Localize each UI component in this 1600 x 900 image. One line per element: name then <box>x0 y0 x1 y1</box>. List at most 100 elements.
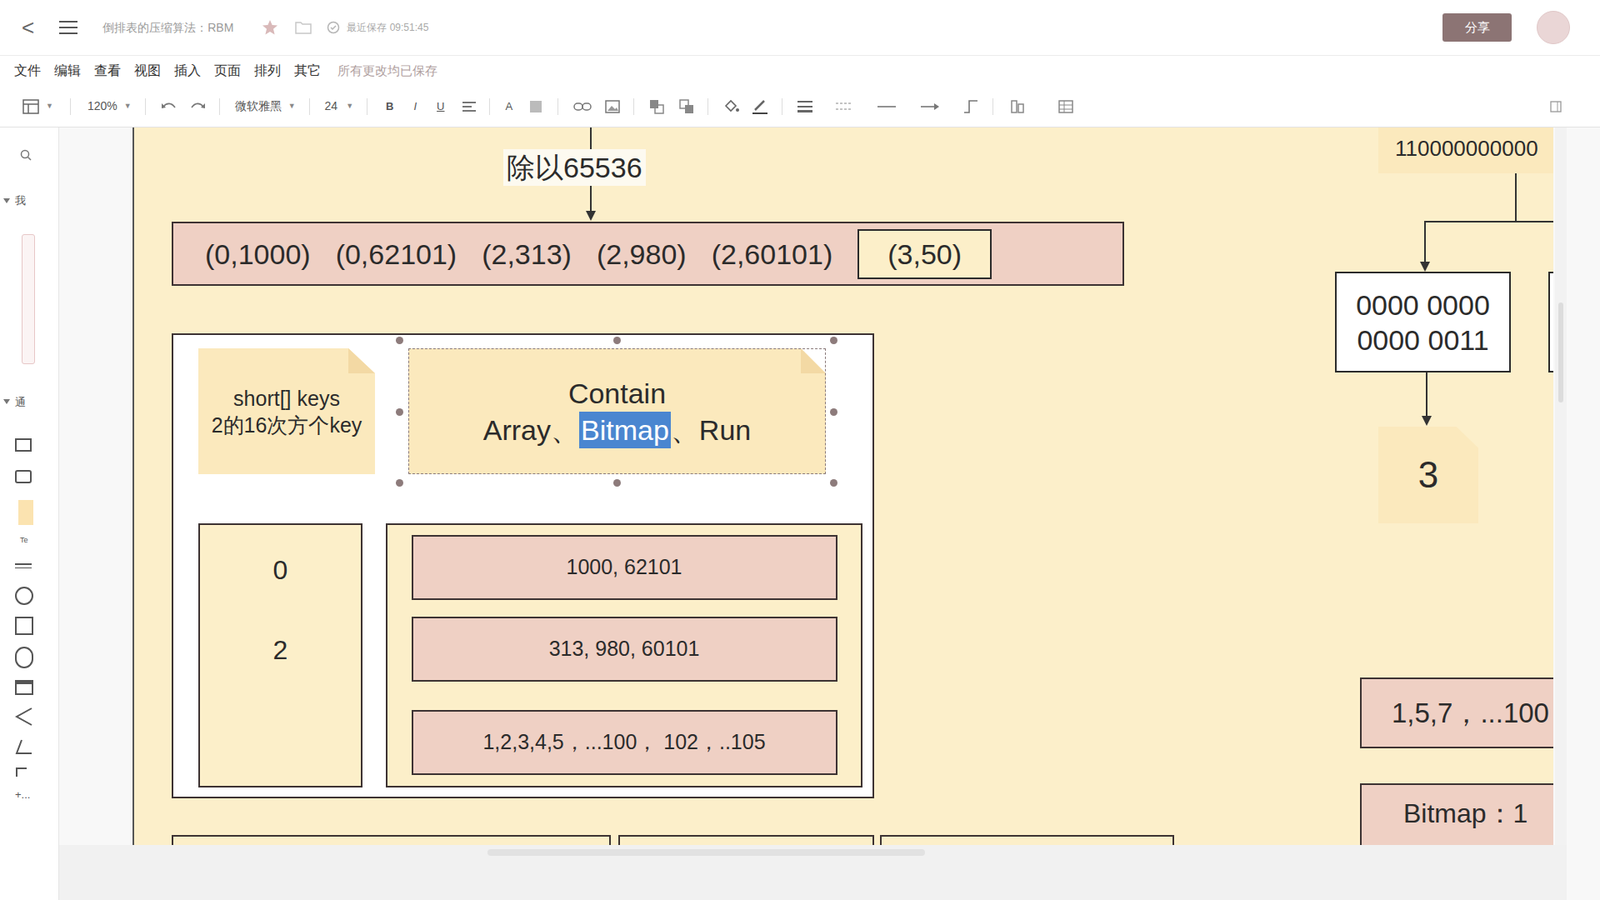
expand-icon[interactable] <box>3 197 10 205</box>
vertical-scrollbar[interactable] <box>1555 127 1567 845</box>
fill-icon[interactable] <box>723 99 740 115</box>
menu-item[interactable]: 文件 <box>14 60 41 81</box>
bottom-box[interactable] <box>171 835 611 845</box>
underline-button[interactable]: U <box>436 98 445 115</box>
menu-item[interactable]: 页面 <box>214 60 241 81</box>
horizontal-scrollbar[interactable] <box>59 845 1567 900</box>
document-title[interactable]: 倒排表的压缩算法：RBM <box>102 19 234 37</box>
resize-handle[interactable] <box>830 336 838 345</box>
menu-item[interactable]: 插入 <box>174 60 201 81</box>
pair: (2,60101) <box>711 235 834 273</box>
key: 0 <box>273 553 289 587</box>
rounded-shape[interactable] <box>15 470 32 484</box>
share-button[interactable]: 分享 <box>1442 13 1512 42</box>
menu-icon[interactable] <box>59 20 78 35</box>
arrow-line <box>1425 372 1428 420</box>
circle-shape[interactable] <box>15 586 34 605</box>
shape-sidebar: 我 通 Te +... <box>0 127 60 900</box>
menu-item[interactable]: 编辑 <box>54 60 81 81</box>
italic-button[interactable]: I <box>413 98 417 115</box>
my-shapes-area <box>21 234 35 365</box>
expand-icon[interactable] <box>3 398 10 405</box>
ellipse-shape[interactable] <box>15 646 34 669</box>
parallelogram-shape-icon[interactable] <box>15 738 34 755</box>
sidebar-section[interactable]: 我 <box>3 192 26 210</box>
bitmap-box[interactable]: Bitmap：1 <box>1360 783 1554 845</box>
link-icon[interactable] <box>573 101 592 112</box>
front-icon[interactable] <box>649 99 665 115</box>
font-family-select[interactable]: 微软雅黑 <box>235 97 282 115</box>
star-icon[interactable] <box>261 19 279 36</box>
container-bar[interactable]: 1,2,3,4,5，...100， 102，..105 <box>411 710 838 775</box>
arrow-head-icon <box>585 210 596 221</box>
menu-item[interactable]: 其它 <box>294 60 321 81</box>
folder-icon[interactable] <box>295 20 312 35</box>
container-type: Array <box>483 411 551 449</box>
align-icon[interactable] <box>462 100 476 113</box>
container-bar[interactable]: 313, 980, 60101 <box>411 616 838 682</box>
container-type: Bitmap <box>579 411 671 449</box>
save-status: 最近保存 09:51:45 <box>346 20 429 35</box>
menu-item[interactable]: 排列 <box>254 60 281 81</box>
divide-label[interactable]: 除以65536 <box>503 149 646 186</box>
partial-box[interactable] <box>1548 271 1554 373</box>
pairs-box[interactable]: (0,1000)(0,62101)(2,313)(2,980)(2,60101)… <box>171 221 1125 286</box>
pair: (2,980) <box>596 235 687 273</box>
font-color-button[interactable]: A <box>505 98 513 115</box>
keys-column[interactable]: 02 <box>198 523 363 788</box>
contain-note[interactable]: Contain Array、Bitmap、Run <box>408 348 826 475</box>
bottom-box[interactable] <box>880 835 1175 845</box>
heading-shape[interactable] <box>15 563 32 569</box>
font-size-select[interactable]: 24 <box>325 97 339 115</box>
text-shape[interactable]: Te <box>20 535 29 547</box>
image-icon[interactable] <box>605 100 620 114</box>
connector-icon[interactable] <box>962 99 980 115</box>
panel-toggle-icon[interactable] <box>1550 100 1562 113</box>
pen-icon[interactable] <box>751 98 769 115</box>
resize-handle[interactable] <box>830 408 838 416</box>
note-shape[interactable] <box>18 500 34 525</box>
more-shapes-button[interactable]: +... <box>15 786 30 804</box>
frame-shape[interactable] <box>15 680 34 695</box>
zoom-select[interactable]: 120% <box>87 97 118 115</box>
text-background-icon[interactable] <box>529 100 543 114</box>
back-layer-icon[interactable] <box>679 99 695 115</box>
connector-line <box>1515 173 1517 222</box>
menu-item[interactable]: 查看 <box>94 60 121 81</box>
menu-item[interactable]: 视图 <box>134 60 161 81</box>
table-icon[interactable] <box>1058 100 1074 114</box>
triangle-shape-icon[interactable] <box>15 706 34 727</box>
undo-icon[interactable] <box>160 100 178 113</box>
result-note[interactable]: 3 <box>1378 426 1479 524</box>
resize-handle[interactable] <box>830 479 838 487</box>
arrange-icon[interactable] <box>1010 99 1025 115</box>
arrow-style-icon[interactable] <box>920 102 940 111</box>
back-button[interactable]: < <box>21 16 35 39</box>
sidebar-section[interactable]: 通 <box>3 394 26 411</box>
square-shape[interactable] <box>15 616 34 635</box>
search-icon[interactable] <box>20 149 32 161</box>
resize-handle[interactable] <box>613 336 621 345</box>
high-bits-box[interactable]: 0000 0000 0000 0011 <box>1335 271 1511 373</box>
curve-shape-icon[interactable] <box>15 765 34 777</box>
container-bar[interactable]: 1000, 62101 <box>411 535 838 600</box>
layout-icon[interactable] <box>22 99 40 115</box>
resize-handle[interactable] <box>395 479 404 487</box>
dash-icon[interactable] <box>835 100 853 113</box>
rectangle-shape[interactable] <box>15 438 32 452</box>
line-weight-icon[interactable] <box>797 100 815 114</box>
values-box[interactable]: 1,5,7，...100 <box>1360 677 1554 749</box>
binary-box[interactable]: 110000000000 <box>1378 127 1554 174</box>
rbm-structure-box[interactable]: short[] keys 2的16次方个key Contain Array、Bi… <box>171 333 875 799</box>
bold-button[interactable]: B <box>385 98 394 115</box>
resize-handle[interactable] <box>395 408 404 416</box>
redo-icon[interactable] <box>189 100 206 113</box>
resize-handle[interactable] <box>395 336 404 345</box>
resize-handle[interactable] <box>613 479 621 487</box>
line-style-icon[interactable] <box>877 105 896 109</box>
avatar[interactable] <box>1536 10 1570 45</box>
pair: (3,50) <box>857 229 992 280</box>
bottom-box[interactable] <box>618 835 875 845</box>
menu-bar: 文件编辑查看视图插入页面排列其它 所有更改均已保存 <box>0 55 1600 86</box>
containers-box[interactable]: 1000, 62101 313, 980, 60101 1,2,3,4,5，...1… <box>385 523 863 788</box>
